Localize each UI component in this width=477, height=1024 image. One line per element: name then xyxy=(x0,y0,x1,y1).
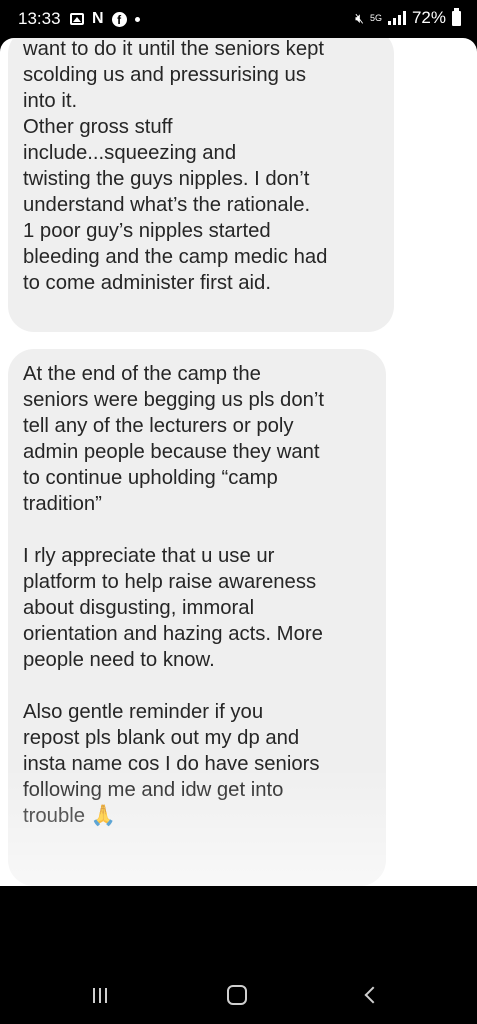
message-line: tradition” xyxy=(23,493,102,515)
message-line: repost pls blank out my dp and xyxy=(23,727,300,749)
back-icon[interactable] xyxy=(351,982,391,1008)
message-line: I rly appreciate that u use ur xyxy=(23,545,275,567)
gallery-icon xyxy=(70,13,84,25)
netflix-icon: N xyxy=(92,10,104,27)
message-text: trouble xyxy=(23,805,86,827)
mute-icon: 🔇︎ xyxy=(355,9,364,26)
navigation-bar xyxy=(0,886,477,1024)
signal-icon xyxy=(387,11,406,25)
recents-icon[interactable] xyxy=(80,982,120,1008)
message-line: include...squeezing and xyxy=(23,142,237,164)
message-line: to continue upholding “camp xyxy=(23,467,278,489)
message-line: about disgusting, immoral xyxy=(23,597,255,619)
message-line: people need to know. xyxy=(23,649,215,671)
message-line: scolding us and pressurising us xyxy=(23,64,306,86)
message-line: following me and idw get into xyxy=(23,779,284,801)
message-line: tell any of the lecturers or poly xyxy=(23,415,294,437)
message-line: into it. xyxy=(23,90,78,112)
message-line: seniors were begging us pls don’t xyxy=(23,389,325,411)
message-line: twisting the guys nipples. I don’t xyxy=(23,168,310,190)
message-line: understand what’s the rationale. xyxy=(23,194,311,216)
message-line: admin people because they want xyxy=(23,441,320,463)
battery-icon xyxy=(452,7,461,26)
notification-icons: N f xyxy=(70,10,140,28)
network-type: 5G xyxy=(369,12,382,23)
message-line: Other gross stuff xyxy=(23,116,173,138)
message-line: 1 poor guy’s nipples started xyxy=(23,220,271,242)
notification-dot-icon xyxy=(134,16,140,22)
message-line: Also gentle reminder if you xyxy=(23,701,264,723)
message-line: platform to help raise awareness xyxy=(23,571,317,593)
message-line: insta name cos I do have seniors xyxy=(23,753,320,775)
battery-percentage: 72% xyxy=(411,8,446,27)
message-thread[interactable]: want to do it until the seniors kept sco… xyxy=(0,38,477,886)
message-bubble[interactable]: At the end of the camp the seniors were … xyxy=(8,349,386,886)
system-icons: 🔇︎ 5G 72% xyxy=(355,7,461,28)
message-line: want to do it until the seniors kept xyxy=(23,38,325,60)
message-line: orientation and hazing acts. More xyxy=(23,623,323,645)
message-line-last: trouble 🙏 xyxy=(23,803,374,829)
praying-hands-emoji: 🙏 xyxy=(90,805,116,827)
message-bubble[interactable]: want to do it until the seniors kept sco… xyxy=(8,38,394,332)
status-bar: 13:33 N f 🔇︎ 5G 72% xyxy=(0,0,477,38)
home-icon[interactable] xyxy=(217,982,257,1008)
message-line: bleeding and the camp medic had xyxy=(23,246,328,268)
status-time: 13:33 xyxy=(18,9,61,28)
facebook-icon: f xyxy=(111,11,127,27)
message-line: to come administer first aid. xyxy=(23,272,271,294)
message-line: At the end of the camp the xyxy=(23,363,261,385)
